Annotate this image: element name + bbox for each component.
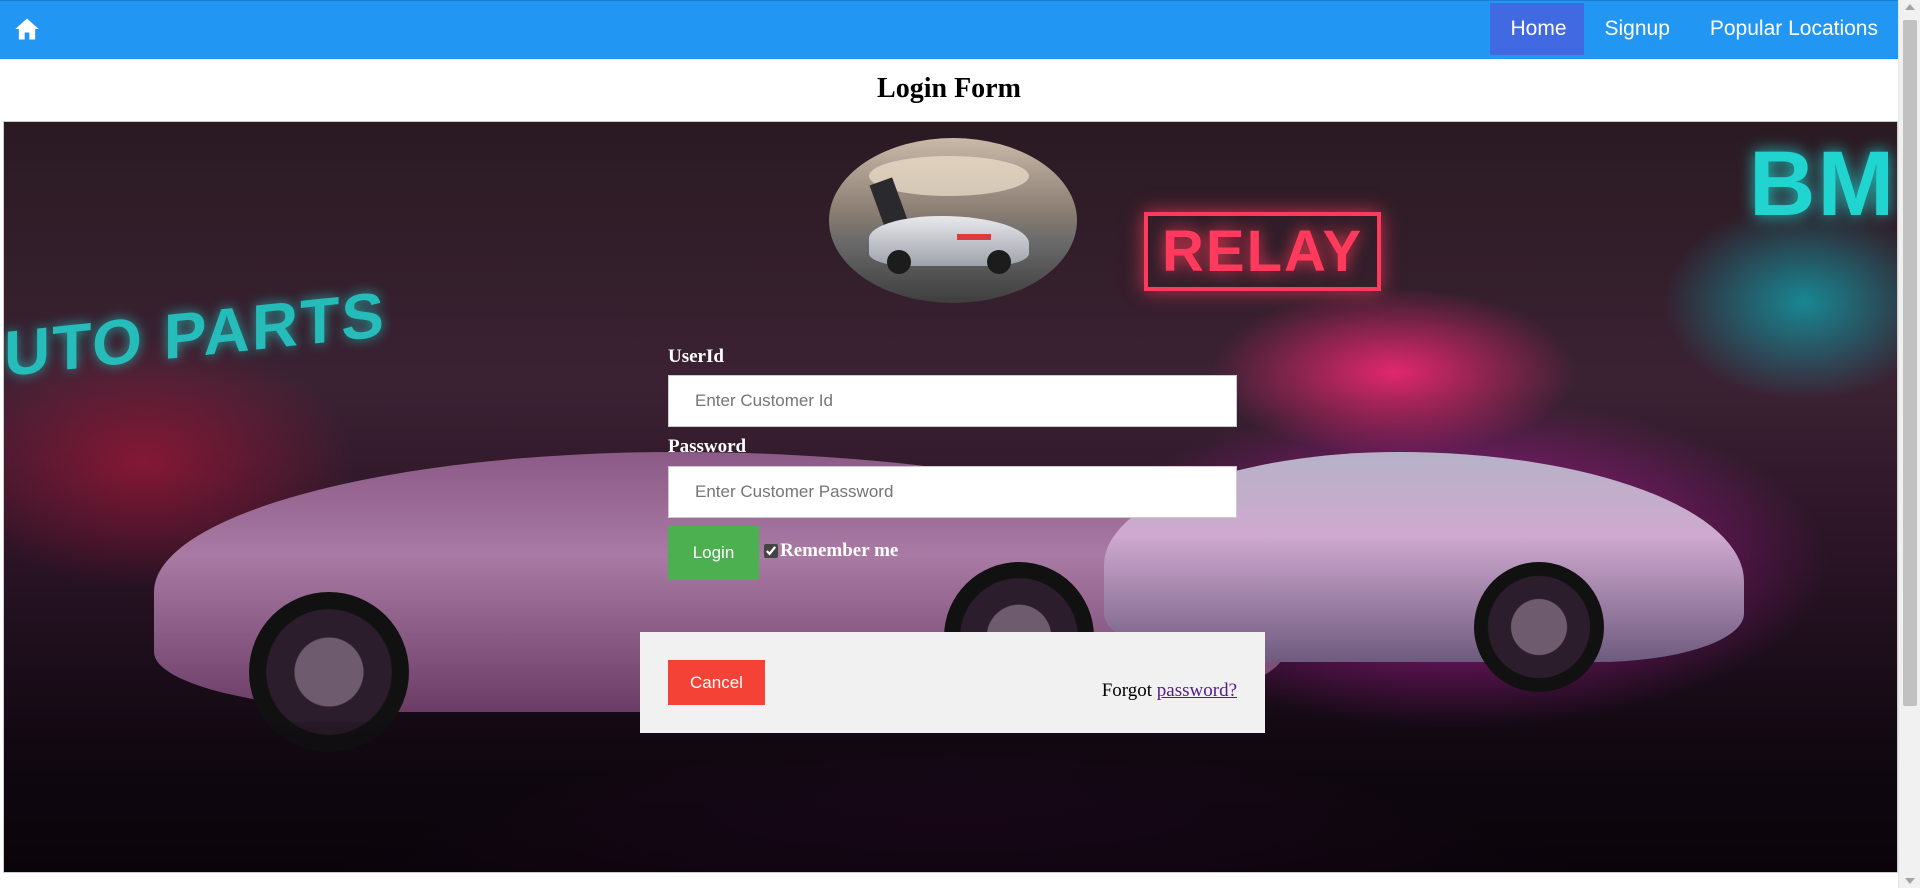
top-navbar: Home Signup Popular Locations — [0, 0, 1898, 59]
remember-me-checkbox[interactable] — [764, 544, 778, 558]
nav-links: Home Signup Popular Locations — [1490, 3, 1898, 55]
scroll-down-arrow-icon[interactable] — [1905, 878, 1915, 884]
scroll-up-arrow-icon[interactable] — [1905, 4, 1915, 10]
vertical-scrollbar[interactable] — [1898, 0, 1920, 888]
page-title: Login Form — [877, 73, 1021, 104]
neon-sign-bm: BM — [1749, 133, 1897, 235]
nav-popular-locations-link[interactable]: Popular Locations — [1690, 3, 1898, 55]
password-label: Password — [668, 436, 747, 457]
title-bar: Login Form — [0, 59, 1898, 120]
page: Home Signup Popular Locations Login Form… — [0, 0, 1898, 888]
remember-me: Remember me — [764, 540, 898, 562]
neon-sign-relay: RELAY — [1144, 212, 1382, 291]
forgot-password-link[interactable]: password? — [1157, 680, 1237, 701]
cancel-button[interactable]: Cancel — [668, 660, 765, 705]
userid-input[interactable] — [668, 375, 1237, 427]
neon-sign-parts: UTO PARTS — [4, 277, 386, 391]
userid-label: UserId — [668, 346, 724, 367]
avatar-car-wheel — [987, 250, 1011, 274]
car-wheel — [1474, 562, 1604, 692]
nav-signup-link[interactable]: Signup — [1584, 3, 1689, 55]
nav-home-link[interactable]: Home — [1490, 3, 1585, 55]
forgot-password-text: Forgot password? — [1102, 680, 1237, 702]
avatar-car-taillight — [957, 234, 991, 240]
home-icon[interactable] — [12, 15, 42, 43]
login-button[interactable]: Login — [668, 526, 759, 580]
avatar-car-wheel — [887, 250, 911, 274]
password-input[interactable] — [668, 466, 1237, 518]
avatar-car-image — [829, 138, 1077, 303]
scrollbar-thumb[interactable] — [1903, 20, 1917, 706]
wet-road — [4, 722, 1897, 872]
forgot-prefix: Forgot — [1101, 680, 1153, 701]
remember-me-label: Remember me — [780, 540, 899, 561]
